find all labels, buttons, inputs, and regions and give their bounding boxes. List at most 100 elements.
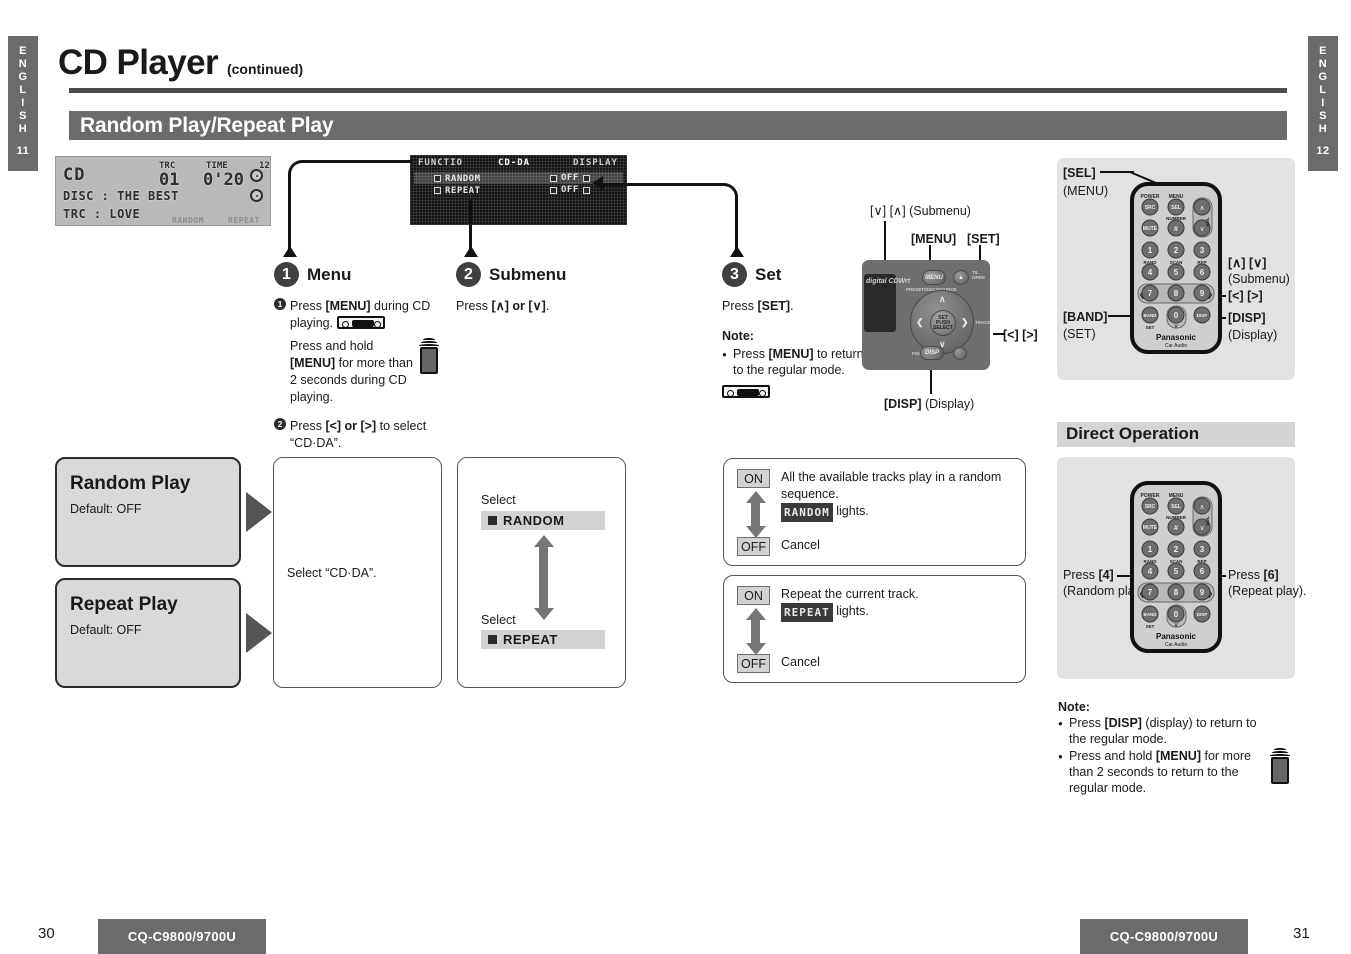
option-repeat-arrow xyxy=(745,608,766,655)
dpad-left-icon: ❮ xyxy=(916,317,924,327)
t: . xyxy=(790,299,794,313)
option-random-on-desc: All the available tracks play in a rando… xyxy=(781,469,1019,522)
svg-text:∨: ∨ xyxy=(1173,323,1178,330)
bottom-note-title: Note: xyxy=(1058,700,1090,714)
step-2-number: 2 xyxy=(456,262,481,287)
menu-row-random-label: RANDOM xyxy=(445,173,481,184)
t: Press xyxy=(1069,716,1105,730)
key-left-right: [<] or [>] xyxy=(325,419,377,433)
key-up-down: [∧] or [∨] xyxy=(491,299,546,313)
head-unit-menu-button[interactable]: MENU xyxy=(922,270,946,285)
sidetab-left-l3: G xyxy=(18,71,28,83)
svg-text:∨: ∨ xyxy=(1199,226,1204,233)
menu-screen-display: FUNCTIO CD-DA DISPLAY RANDOM REPEAT OFF … xyxy=(410,155,627,225)
sidetab-right: E N G L I S H 12 xyxy=(1308,36,1338,171)
head-unit-logo: digital CDWrt xyxy=(866,278,911,285)
svg-text:#: # xyxy=(1174,226,1178,233)
feature-box-repeat-default: Default: OFF xyxy=(70,623,142,637)
menu-tab-display: DISPLAY xyxy=(573,157,618,168)
step-3-body: Press [SET]. Note: Press [MENU] to retur… xyxy=(722,298,867,401)
desc-line-1: Repeat the current track. xyxy=(781,587,919,601)
head-unit-tick: TIL OPEN xyxy=(972,270,985,280)
step-3-note-list: Press [MENU] to return to the regular mo… xyxy=(722,346,867,378)
option-repeat-indicator-line: REPEAT lights. xyxy=(781,603,1019,622)
footer-page-right: 31 xyxy=(1293,925,1310,942)
direct-right-sub: (Repeat play). xyxy=(1228,584,1307,598)
lcd-indicator-random: RANDOM xyxy=(781,503,833,522)
key-4: [4] xyxy=(1098,568,1114,582)
svg-text:8: 8 xyxy=(1174,289,1179,298)
head-unit-set-button[interactable]: SET PUSH SELECT xyxy=(930,310,956,336)
menu-value-repeat-text: OFF xyxy=(561,185,579,195)
feature-box-repeat-title: Repeat Play xyxy=(70,594,178,615)
head-unit-dpad[interactable]: ∧ ∨ ❮ ❯ SET PUSH SELECT xyxy=(910,290,974,354)
step-1-item-2-text: Press [<] or [>] to select “CD·DA”. xyxy=(290,418,439,452)
lights-text: lights. xyxy=(832,604,869,618)
svg-text:SRC: SRC xyxy=(1145,504,1156,510)
svg-text:6: 6 xyxy=(1200,567,1205,576)
menu-value-random-text: OFF xyxy=(561,173,579,183)
option-random-indicator-line: RANDOM lights. xyxy=(781,503,1019,522)
lcd-source-label: CD xyxy=(63,165,86,185)
remote-control-top: POWER MENU SRC SEL NUMBER MUTE # ∧ ∨ VOL… xyxy=(1130,182,1222,359)
menu-row-repeat-label: REPEAT xyxy=(445,185,481,196)
svg-text:#: # xyxy=(1174,525,1178,532)
page-title: CD Player (continued) xyxy=(58,43,303,83)
svg-text:8: 8 xyxy=(1174,588,1179,597)
lcd-disc-line: DISC : THE BEST xyxy=(63,189,179,203)
connector-arrow-value xyxy=(592,176,603,190)
step-2-head: 2 Submenu xyxy=(456,262,631,287)
option-repeat-on-tag: ON xyxy=(737,586,770,605)
head-unit-eject-button[interactable]: ▲ xyxy=(953,270,969,285)
sidetab-left-l1: E xyxy=(19,45,27,57)
menu-row-random: RANDOM xyxy=(434,173,481,184)
svg-text:∧: ∧ xyxy=(1199,504,1204,511)
sidetab-right-l7: H xyxy=(1318,123,1328,135)
lcd-time-value: 0'20 xyxy=(203,170,244,190)
svg-text:4: 4 xyxy=(1148,567,1153,576)
dpad-right-icon: ❯ xyxy=(961,317,969,327)
direct-operation-heading: Direct Operation xyxy=(1057,422,1295,447)
svg-text:6: 6 xyxy=(1200,268,1205,277)
callout-left-right-keys: [<] [>] xyxy=(1003,328,1038,342)
option-repeat-off-tag: OFF xyxy=(737,654,770,673)
svg-text:Panasonic: Panasonic xyxy=(1156,333,1197,342)
svg-text:SEL: SEL xyxy=(1171,205,1181,211)
toggle-label-top: Select xyxy=(481,493,516,507)
svg-text:5: 5 xyxy=(1174,268,1179,277)
connector-line xyxy=(302,160,412,163)
sidetab-left-l6: S xyxy=(19,110,27,122)
sidetab-left-l4: L xyxy=(19,84,27,96)
svg-text:7: 7 xyxy=(1148,289,1153,298)
head-unit-aux-button[interactable] xyxy=(953,347,967,360)
step-3-note-title: Note: xyxy=(722,329,754,343)
key-menu: [MENU] xyxy=(1155,749,1201,763)
head-unit-disp-button[interactable]: DISP xyxy=(920,346,944,360)
lights-text: lights. xyxy=(832,504,869,518)
key-menu: [MENU] xyxy=(768,347,814,361)
sidetab-left-l7: H xyxy=(18,123,28,135)
connector-line xyxy=(600,183,722,186)
step-1-item-1-text: Press [MENU] during CD playing. xyxy=(290,298,439,332)
t: Press xyxy=(733,347,769,361)
option-repeat-off-desc: Cancel xyxy=(781,655,820,669)
select-cdda-text: Select “CD·DA”. xyxy=(287,566,377,580)
t: Press xyxy=(456,299,492,313)
flow-arrow-repeat xyxy=(246,613,272,653)
svg-text:9: 9 xyxy=(1200,289,1205,298)
t: Press xyxy=(1228,568,1264,582)
svg-text:DISP: DISP xyxy=(1197,313,1208,318)
remote-sel-sub: (MENU) xyxy=(1063,184,1109,198)
remote-disp-callout: [DISP] xyxy=(1228,311,1266,325)
checkbox-icon xyxy=(434,175,441,182)
svg-text:3: 3 xyxy=(1200,545,1205,554)
t: Press xyxy=(722,299,758,313)
desc-line-1: All the available tracks play in a rando… xyxy=(781,470,1002,484)
option-random-off-tag: OFF xyxy=(737,537,770,556)
step-1-head: 1 Menu xyxy=(274,262,439,287)
t: . xyxy=(545,299,550,313)
lcd-track-value: 01 xyxy=(159,170,180,190)
svg-text:7: 7 xyxy=(1148,588,1153,597)
step-2-title: Submenu xyxy=(489,264,567,284)
svg-text:1: 1 xyxy=(1148,545,1153,554)
